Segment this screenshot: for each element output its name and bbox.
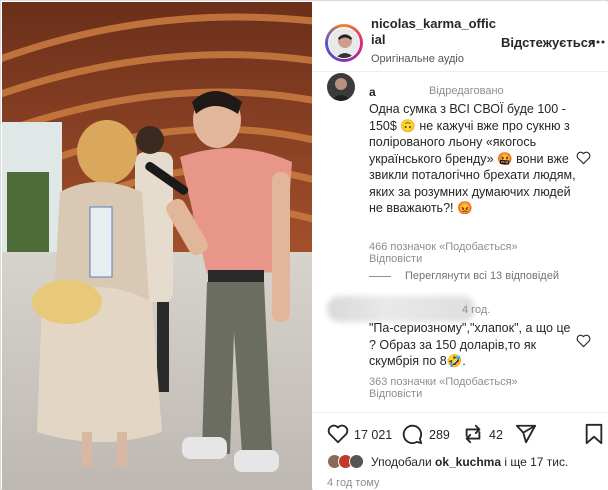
following-button[interactable]: Відстежується bbox=[501, 35, 596, 50]
comment-likes[interactable]: 466 позначок «Подобається» bbox=[369, 241, 518, 253]
comment-likes[interactable]: 363 позначки «Подобається» bbox=[369, 376, 518, 388]
bookmark-icon bbox=[585, 423, 603, 445]
comment-button[interactable] bbox=[401, 423, 423, 445]
likes-count[interactable]: 17 021 bbox=[354, 428, 392, 442]
share-icon bbox=[515, 424, 537, 444]
comment-icon bbox=[402, 424, 423, 445]
post-frame: nicolas_karma_official Відстежується Ори… bbox=[0, 0, 608, 490]
audio-label[interactable]: Оригінальне аудіо bbox=[371, 53, 464, 65]
liker-avatar bbox=[349, 454, 364, 469]
replies-divider bbox=[369, 275, 391, 277]
liked-by-user[interactable]: ok_kuchma bbox=[435, 455, 501, 469]
comment-author[interactable]: a bbox=[369, 85, 376, 99]
comment-text: "Па-сериозному","хлапок", а що це ? Обра… bbox=[369, 321, 571, 368]
repost-button[interactable] bbox=[462, 423, 484, 445]
blurred-username bbox=[327, 296, 475, 322]
like-button[interactable] bbox=[327, 423, 349, 445]
action-bar: 17 021 289 42 Уподобали ok_kuchma і ще 1… bbox=[313, 412, 608, 490]
liked-by-suffix[interactable]: і ще 17 тис. bbox=[504, 455, 568, 469]
heart-icon[interactable] bbox=[576, 334, 591, 348]
comment-avatar[interactable] bbox=[327, 73, 355, 101]
liked-by-text: Уподобали ok_kuchma і ще 17 тис. bbox=[371, 455, 568, 469]
edited-label: Відредаговано bbox=[429, 85, 504, 97]
post-photo[interactable] bbox=[2, 2, 312, 490]
post-timestamp[interactable]: 4 год тому bbox=[327, 477, 380, 489]
heart-icon[interactable] bbox=[576, 151, 591, 165]
liked-by-prefix: Уподобали bbox=[371, 455, 432, 469]
comment-actions: 363 позначки «Подобається» Відповісти bbox=[369, 376, 608, 400]
post-side-panel: nicolas_karma_official Відстежується Ори… bbox=[313, 2, 608, 490]
more-icon[interactable] bbox=[591, 35, 605, 49]
author-avatar[interactable] bbox=[325, 24, 363, 62]
reply-button[interactable]: Відповісти bbox=[369, 253, 422, 265]
comment-time: 4 год. bbox=[462, 304, 491, 316]
reposts-count[interactable]: 42 bbox=[489, 428, 503, 442]
view-replies-label: Переглянути всі 13 відповідей bbox=[405, 270, 559, 282]
reply-button[interactable]: Відповісти bbox=[369, 388, 422, 400]
post-header: nicolas_karma_official Відстежується Ори… bbox=[313, 2, 608, 72]
post-image bbox=[2, 2, 312, 490]
save-button[interactable] bbox=[583, 423, 605, 445]
comments-count[interactable]: 289 bbox=[429, 428, 450, 442]
heart-icon bbox=[327, 424, 349, 444]
author-username[interactable]: nicolas_karma_official bbox=[371, 16, 496, 48]
view-replies-button[interactable]: Переглянути всі 13 відповідей bbox=[369, 270, 559, 282]
share-button[interactable] bbox=[515, 423, 537, 445]
comment-actions: 466 позначок «Подобається» Відповісти bbox=[369, 241, 608, 265]
comment-text: Одна сумка з ВСІ СВОЇ буде 100 - 150$ 🙃 … bbox=[369, 102, 576, 215]
repost-icon bbox=[465, 424, 481, 444]
